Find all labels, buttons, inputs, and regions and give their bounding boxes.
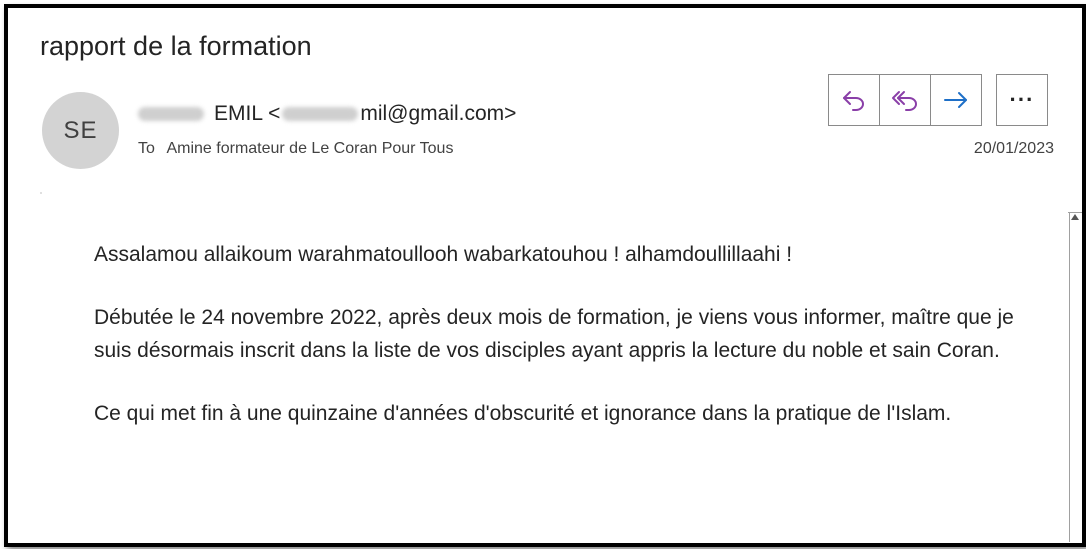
body-paragraph: Ce qui met fin à une quinzaine d'années … — [94, 402, 952, 425]
scroll-up-arrow-icon[interactable] — [1071, 214, 1079, 220]
received-date: 20/01/2023 — [973, 140, 1054, 157]
header-divider — [40, 192, 42, 194]
message-actions-toolbar: ··· — [828, 74, 1048, 126]
avatar-initials: SE — [63, 116, 98, 144]
email-subject: rapport de la formation — [40, 31, 312, 61]
to-label: To — [138, 140, 155, 157]
forward-button[interactable] — [930, 75, 981, 125]
sender-avatar[interactable]: SE — [42, 92, 119, 169]
redacted-sender-name — [138, 107, 204, 121]
reply-all-button[interactable] — [879, 75, 930, 125]
reply-actions-group — [828, 74, 982, 126]
vertical-scrollbar[interactable] — [1069, 212, 1082, 542]
more-actions-button[interactable]: ··· — [996, 74, 1048, 126]
sender-name: EMIL < — [214, 102, 281, 125]
sender-line[interactable]: EMIL < mil@gmail.com> — [138, 102, 516, 126]
reply-button[interactable] — [829, 75, 879, 125]
body-paragraph: Assalamou allaikoum warahmatoullooh waba… — [94, 243, 793, 266]
redacted-sender-email — [282, 107, 359, 121]
reply-icon — [843, 91, 864, 111]
reply-all-icon — [892, 91, 917, 111]
recipient-name[interactable]: Amine formateur de Le Coran Pour Tous — [166, 140, 453, 157]
sender-email: mil@gmail.com> — [360, 102, 517, 125]
body-paragraph: Débutée le 24 novembre 2022, après deux … — [94, 306, 1014, 362]
forward-icon — [944, 92, 967, 108]
email-body: Assalamou allaikoum warahmatoullooh waba… — [94, 238, 1054, 460]
email-reading-pane: rapport de la formation SE EMIL < mil@gm… — [4, 4, 1086, 547]
more-icon: ··· — [1009, 87, 1035, 112]
recipient-line: To Amine formateur de Le Coran Pour Tous — [138, 140, 453, 158]
